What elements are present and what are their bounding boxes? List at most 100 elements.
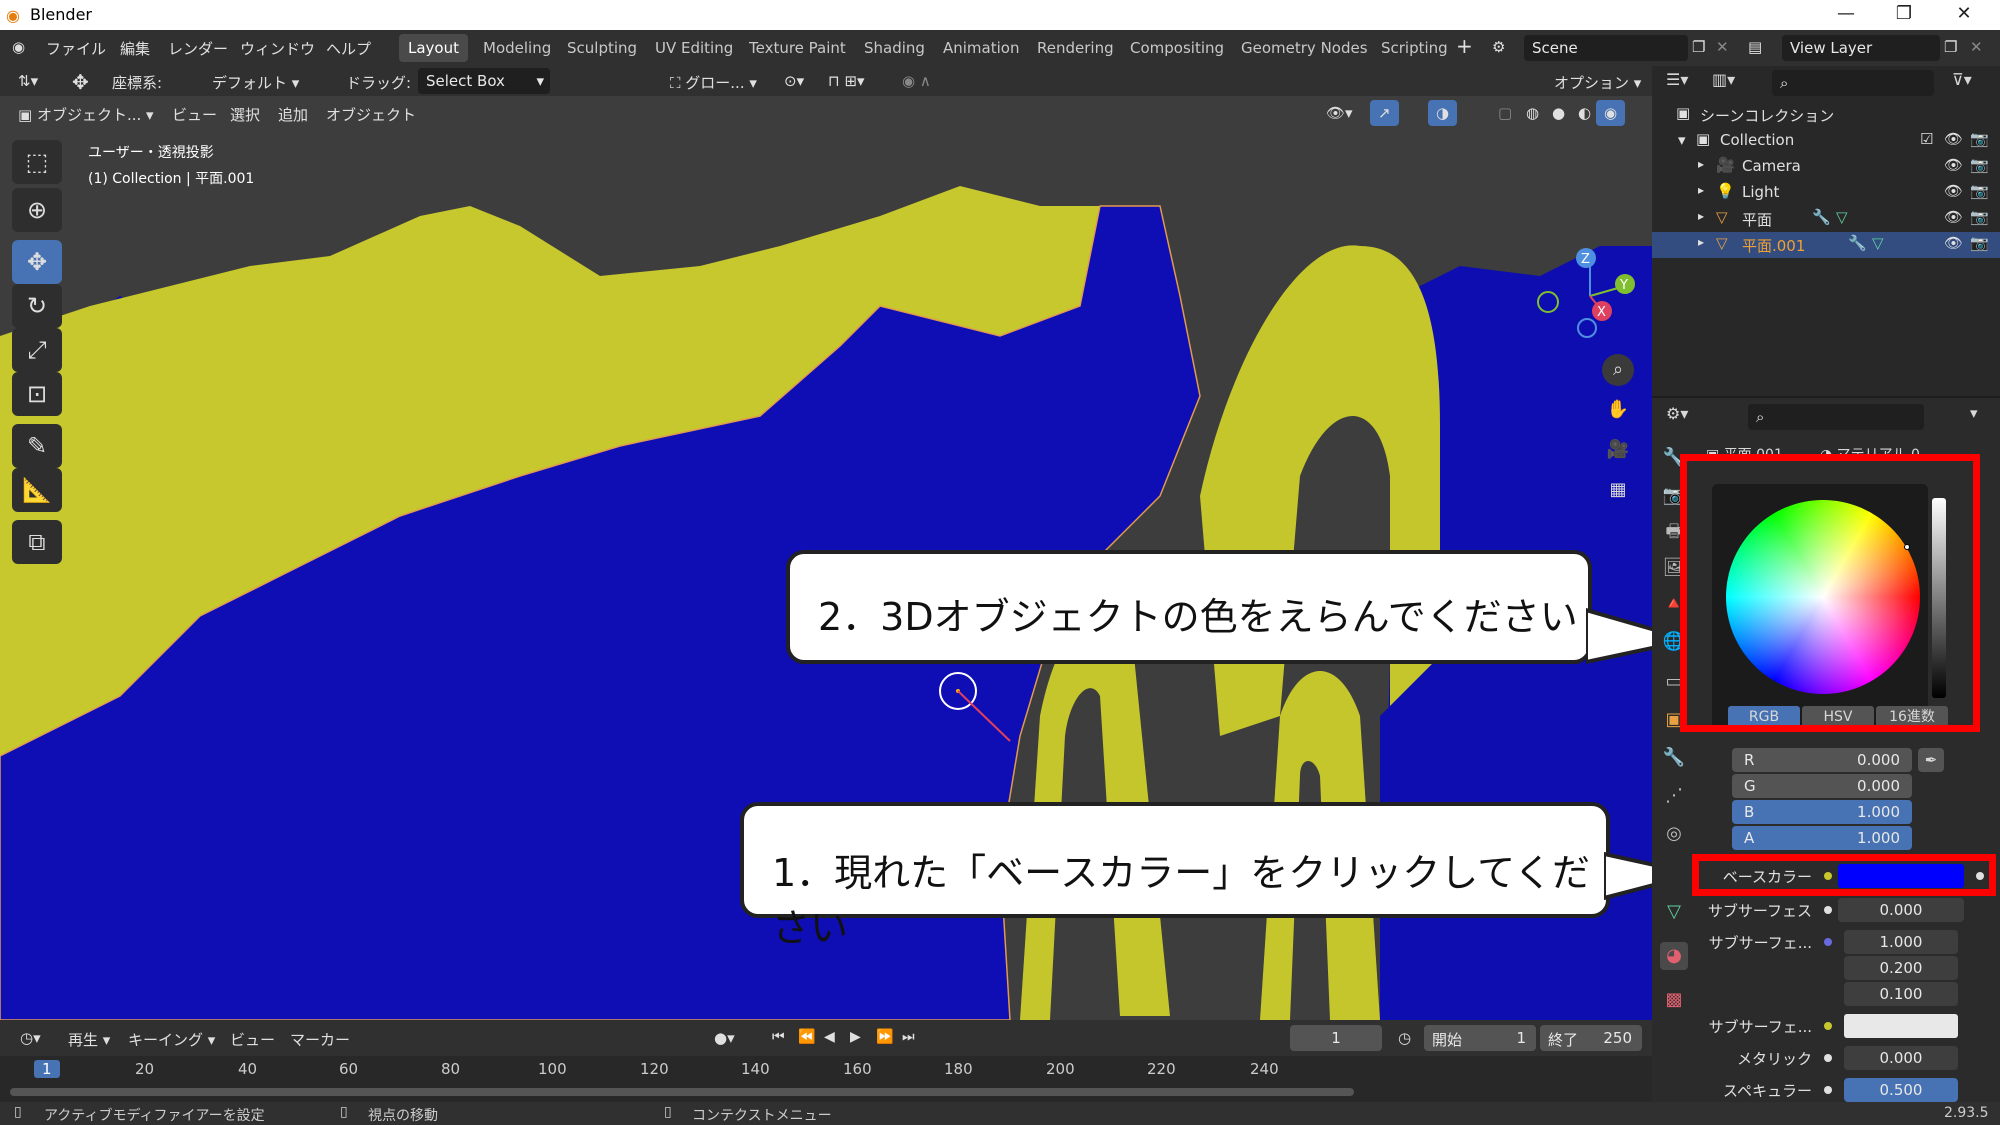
timeline-ruler[interactable]: 1 20 40 60 80 100 120 140 160 180 200 22… (0, 1056, 1652, 1102)
socket-icon[interactable] (1824, 938, 1832, 946)
view-layer-remove-icon[interactable]: ✕ (1970, 38, 1983, 56)
scene-collection-row[interactable]: ▣ シーンコレクション (1652, 102, 2000, 128)
subsurface-radius-x[interactable]: 1.000 (1844, 930, 1958, 954)
socket-icon[interactable] (1824, 1086, 1832, 1094)
view-layer-copy-icon[interactable]: ❐ (1944, 38, 1957, 56)
add-workspace-icon[interactable]: + (1456, 34, 1473, 58)
xray-icon[interactable]: ▢ (1490, 100, 1520, 126)
particles-tab-icon[interactable]: ⋰ (1660, 782, 1688, 810)
metallic-field[interactable]: 0.000 (1844, 1046, 1958, 1070)
camera-render-icon[interactable]: 📷 (1970, 182, 1989, 200)
camera-view-icon[interactable]: 🎥 (1602, 434, 1634, 466)
tab-scripting[interactable]: Scripting (1372, 34, 1457, 62)
outliner-item-plane-001[interactable]: ▸ ▽ 平面.001 🔧 ▽ 👁 📷 (1652, 232, 2000, 258)
autokey-record-icon[interactable]: ●▾ (706, 1025, 743, 1051)
expand-arrow-icon[interactable]: ▸ (1698, 209, 1704, 223)
eyedropper-icon[interactable]: ✒ (1918, 748, 1944, 772)
view-layer-selector[interactable]: View Layer (1782, 35, 1940, 61)
tab-animation[interactable]: Animation (934, 34, 1028, 62)
playback-menu[interactable]: 再生 ▾ (60, 1025, 118, 1051)
tab-texture-paint[interactable]: Texture Paint (740, 34, 855, 62)
socket-icon[interactable] (1824, 906, 1832, 914)
overlay-toggle-icon[interactable]: ◑ (1428, 100, 1458, 126)
tab-shading[interactable]: Shading (855, 34, 934, 62)
subsurface-radius-y[interactable]: 0.200 (1844, 956, 1958, 980)
jump-start-icon[interactable]: ⏮ (764, 1025, 793, 1051)
outliner-item-light[interactable]: ▸ 💡 Light 👁 📷 (1652, 180, 2000, 206)
play-icon[interactable]: ▶ (842, 1025, 869, 1051)
mesh-data-icon[interactable]: ▽ (1872, 234, 1884, 252)
editor-type-icon[interactable]: ☰▾ (1666, 70, 1688, 89)
start-frame-field[interactable]: 開始 1 (1424, 1025, 1536, 1051)
annotate-tool-icon[interactable]: ✎ (12, 424, 62, 468)
end-frame-field[interactable]: 終了 250 (1540, 1025, 1642, 1051)
rotate-tool-icon[interactable]: ↻ (12, 284, 62, 328)
scene-icon[interactable]: ⚙ (1492, 38, 1505, 56)
specular-field[interactable]: 0.500 (1844, 1078, 1958, 1102)
scene-remove-icon[interactable]: ✕ (1716, 38, 1729, 56)
shading-wire-icon[interactable]: ◍ (1518, 100, 1547, 126)
transform-orientation-icon[interactable]: ⇅▾ (10, 68, 46, 94)
options-menu[interactable]: オプション ▾ (1546, 68, 1649, 94)
transform-tool-icon[interactable]: ⊡ (12, 372, 62, 416)
menu-window[interactable]: ウィンドウ (240, 38, 315, 59)
blender-menu-icon[interactable]: ◉ (12, 38, 25, 56)
snap-icon[interactable]: ⊙▾ (776, 68, 812, 94)
modifier-wrench-icon[interactable]: 🔧 (1812, 208, 1831, 226)
collection-row[interactable]: ▾ ▣ Collection ☑ 👁 📷 (1652, 128, 2000, 154)
tab-compositing[interactable]: Compositing (1121, 34, 1233, 62)
camera-render-icon[interactable]: 📷 (1970, 208, 1989, 226)
eye-icon[interactable]: 👁 (1944, 130, 1963, 148)
view-layer-icon[interactable]: ▤ (1748, 38, 1762, 56)
outliner-item-plane[interactable]: ▸ ▽ 平面 🔧 ▽ 👁 📷 (1652, 206, 2000, 232)
timeline-editor-icon[interactable]: ◷▾ (12, 1025, 49, 1051)
frame-tick-current[interactable]: 1 (34, 1060, 60, 1078)
eye-icon[interactable]: 👁 (1944, 234, 1963, 252)
add-menu[interactable]: 追加 (270, 100, 316, 126)
modifier-wrench-icon[interactable]: 🔧 (1848, 234, 1867, 252)
camera-render-icon[interactable]: 📷 (1970, 234, 1989, 252)
scene-selector[interactable]: Scene (1524, 35, 1688, 61)
menu-render[interactable]: レンダー (168, 38, 228, 59)
current-frame-field[interactable]: 1 (1290, 1025, 1382, 1051)
zoom-icon[interactable]: ⌕ (1602, 354, 1634, 386)
menu-file[interactable]: ファイル (46, 38, 106, 59)
view-menu[interactable]: ビュー (164, 100, 225, 126)
keying-menu[interactable]: キーイング ▾ (120, 1025, 223, 1051)
play-reverse-icon[interactable]: ◀ (816, 1025, 843, 1051)
expand-arrow-icon[interactable]: ▸ (1698, 235, 1704, 249)
move-gizmo-icon[interactable]: ✥ (64, 66, 97, 94)
measure-tool-icon[interactable]: 📐 (12, 468, 62, 512)
shading-solid-icon[interactable]: ● (1544, 100, 1573, 126)
object-menu[interactable]: オブジェクト (318, 100, 424, 126)
chevron-down-icon[interactable]: ▾ (1970, 404, 1978, 422)
jump-end-icon[interactable]: ⏭ (894, 1025, 923, 1051)
channel-b-field[interactable]: B 1.000 (1732, 800, 1912, 824)
socket-icon[interactable] (1824, 1054, 1832, 1062)
camera-render-icon[interactable]: 📷 (1970, 130, 1989, 148)
channel-r-field[interactable]: R 0.000 (1732, 748, 1912, 772)
proportional-edit-icon[interactable]: ◉ ∧ (894, 68, 939, 94)
maximize-icon[interactable]: ❐ (1884, 3, 1924, 27)
checkbox-icon[interactable]: ☑ (1920, 130, 1933, 148)
outliner-search[interactable]: ⌕ (1772, 70, 1934, 96)
close-icon[interactable]: ✕ (1944, 3, 1984, 27)
expand-arrow-icon[interactable]: ▾ (1678, 131, 1686, 149)
subsurface-color-swatch[interactable] (1844, 1014, 1958, 1038)
editor-type-icon[interactable]: ⚙▾ (1666, 404, 1688, 423)
tab-modeling[interactable]: Modeling (474, 34, 560, 62)
pivot-select[interactable]: ⛶ グロー... ▾ (662, 68, 765, 94)
eye-icon[interactable]: 👁 (1944, 156, 1963, 174)
move-tool-icon[interactable]: ✥ (12, 240, 62, 284)
timeline-view-menu[interactable]: ビュー (222, 1025, 283, 1051)
tab-rendering[interactable]: Rendering (1028, 34, 1123, 62)
physics-tab-icon[interactable]: ◎ (1660, 820, 1688, 848)
subsurface-field[interactable]: 0.000 (1838, 898, 1964, 922)
properties-search[interactable]: ⌕ (1748, 404, 1924, 430)
socket-icon[interactable] (1824, 1022, 1832, 1030)
modifier-tab-icon[interactable]: 🔧 (1660, 744, 1688, 772)
shading-rendered-icon[interactable]: ◉ (1596, 100, 1626, 126)
perspective-grid-icon[interactable]: ▦ (1602, 474, 1634, 506)
menu-help[interactable]: ヘルプ (326, 38, 371, 59)
eye-icon[interactable]: 👁 (1944, 208, 1963, 226)
